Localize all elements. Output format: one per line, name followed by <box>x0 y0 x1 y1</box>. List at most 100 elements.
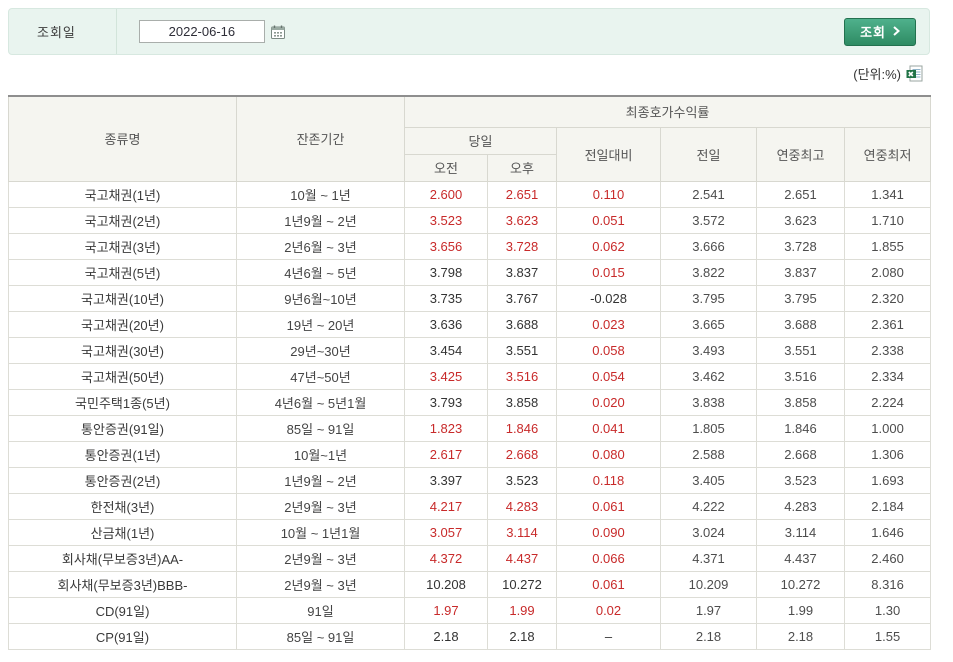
cell-high: 2.651 <box>757 181 845 207</box>
cell-pm: 2.18 <box>488 623 557 649</box>
calendar-icon <box>270 28 286 43</box>
cell-chg: – <box>557 623 661 649</box>
col-header-prev: 전일 <box>661 127 757 181</box>
search-button[interactable]: 조회 <box>844 18 916 46</box>
cell-period: 10월~1년 <box>237 441 405 467</box>
date-input[interactable] <box>139 20 265 43</box>
cell-am: 4.217 <box>405 493 488 519</box>
cell-high: 3.551 <box>757 337 845 363</box>
table-row: 국고채권(2년)1년9월 ~ 2년3.5233.6230.0513.5723.6… <box>9 207 931 233</box>
cell-period: 19년 ~ 20년 <box>237 311 405 337</box>
cell-prev: 2.588 <box>661 441 757 467</box>
calendar-button[interactable] <box>270 24 286 40</box>
cell-period: 1년9월 ~ 2년 <box>237 207 405 233</box>
cell-prev: 3.572 <box>661 207 757 233</box>
cell-pm: 2.668 <box>488 441 557 467</box>
cell-period: 2년9월 ~ 3년 <box>237 545 405 571</box>
table-row: CD(91일)91일1.971.990.021.971.991.30 <box>9 597 931 623</box>
cell-am: 3.793 <box>405 389 488 415</box>
cell-low: 2.334 <box>845 363 931 389</box>
excel-export-button[interactable] <box>906 65 923 82</box>
col-header-period: 잔존기간 <box>237 96 405 181</box>
col-header-year-high: 연중최고 <box>757 127 845 181</box>
cell-name: 통안증권(1년) <box>9 441 237 467</box>
cell-chg: 0.090 <box>557 519 661 545</box>
cell-pm: 3.837 <box>488 259 557 285</box>
cell-chg: 0.015 <box>557 259 661 285</box>
cell-low: 1.710 <box>845 207 931 233</box>
cell-high: 1.99 <box>757 597 845 623</box>
cell-chg: 0.02 <box>557 597 661 623</box>
cell-period: 1년9월 ~ 2년 <box>237 467 405 493</box>
cell-chg: 0.118 <box>557 467 661 493</box>
cell-period: 29년~30년 <box>237 337 405 363</box>
cell-chg: 0.041 <box>557 415 661 441</box>
cell-period: 47년~50년 <box>237 363 405 389</box>
cell-name: 통안증권(91일) <box>9 415 237 441</box>
cell-low: 1.55 <box>845 623 931 649</box>
table-row: 국고채권(10년)9년6월~10년3.7353.767-0.0283.7953.… <box>9 285 931 311</box>
table-row: 국고채권(20년)19년 ~ 20년3.6363.6880.0233.6653.… <box>9 311 931 337</box>
cell-name: 국고채권(2년) <box>9 207 237 233</box>
table-row: 국민주택1종(5년)4년6월 ~ 5년1월3.7933.8580.0203.83… <box>9 389 931 415</box>
cell-chg: 0.066 <box>557 545 661 571</box>
cell-prev: 3.665 <box>661 311 757 337</box>
cell-chg: -0.028 <box>557 285 661 311</box>
cell-am: 3.454 <box>405 337 488 363</box>
cell-pm: 3.728 <box>488 233 557 259</box>
col-header-yield-group: 최종호가수익률 <box>405 96 931 127</box>
cell-prev: 3.462 <box>661 363 757 389</box>
cell-low: 2.338 <box>845 337 931 363</box>
table-row: 산금채(1년)10월 ~ 1년1월3.0573.1140.0903.0243.1… <box>9 519 931 545</box>
cell-period: 2년9월 ~ 3년 <box>237 493 405 519</box>
cell-name: CP(91일) <box>9 623 237 649</box>
cell-low: 2.224 <box>845 389 931 415</box>
search-date-label: 조회일 <box>37 22 76 41</box>
unit-note-row: (단위:%) <box>853 64 923 83</box>
cell-am: 3.636 <box>405 311 488 337</box>
cell-chg: 0.058 <box>557 337 661 363</box>
cell-chg: 0.110 <box>557 181 661 207</box>
cell-name: 한전채(3년) <box>9 493 237 519</box>
cell-low: 1.000 <box>845 415 931 441</box>
cell-period: 4년6월 ~ 5년1월 <box>237 389 405 415</box>
cell-high: 2.18 <box>757 623 845 649</box>
cell-pm: 3.114 <box>488 519 557 545</box>
cell-prev: 2.541 <box>661 181 757 207</box>
cell-am: 2.18 <box>405 623 488 649</box>
cell-am: 3.397 <box>405 467 488 493</box>
cell-pm: 3.623 <box>488 207 557 233</box>
table-row: 한전채(3년)2년9월 ~ 3년4.2174.2830.0614.2224.28… <box>9 493 931 519</box>
table-row: 국고채권(1년)10월 ~ 1년2.6002.6510.1102.5412.65… <box>9 181 931 207</box>
cell-am: 4.372 <box>405 545 488 571</box>
cell-high: 3.114 <box>757 519 845 545</box>
cell-am: 1.823 <box>405 415 488 441</box>
cell-pm: 3.767 <box>488 285 557 311</box>
cell-high: 4.283 <box>757 493 845 519</box>
cell-low: 1.306 <box>845 441 931 467</box>
search-button-label: 조회 <box>860 22 886 41</box>
table-row: 통안증권(2년)1년9월 ~ 2년3.3973.5230.1183.4053.5… <box>9 467 931 493</box>
cell-low: 2.460 <box>845 545 931 571</box>
cell-pm: 1.846 <box>488 415 557 441</box>
cell-name: 회사채(무보증3년)AA- <box>9 545 237 571</box>
cell-low: 1.341 <box>845 181 931 207</box>
cell-period: 2년6월 ~ 3년 <box>237 233 405 259</box>
cell-pm: 3.516 <box>488 363 557 389</box>
cell-am: 2.617 <box>405 441 488 467</box>
table-row: 통안증권(91일)85일 ~ 91일1.8231.8460.0411.8051.… <box>9 415 931 441</box>
cell-name: 통안증권(2년) <box>9 467 237 493</box>
cell-name: 회사채(무보증3년)BBB- <box>9 571 237 597</box>
col-header-pm: 오후 <box>488 154 557 181</box>
cell-high: 3.523 <box>757 467 845 493</box>
table-row: CP(91일)85일 ~ 91일2.182.18–2.182.181.55 <box>9 623 931 649</box>
cell-prev: 1.805 <box>661 415 757 441</box>
table-row: 국고채권(30년)29년~30년3.4543.5510.0583.4933.55… <box>9 337 931 363</box>
cell-pm: 3.858 <box>488 389 557 415</box>
cell-am: 3.057 <box>405 519 488 545</box>
cell-name: 국민주택1종(5년) <box>9 389 237 415</box>
cell-name: CD(91일) <box>9 597 237 623</box>
cell-am: 2.600 <box>405 181 488 207</box>
cell-prev: 1.97 <box>661 597 757 623</box>
cell-chg: 0.061 <box>557 571 661 597</box>
